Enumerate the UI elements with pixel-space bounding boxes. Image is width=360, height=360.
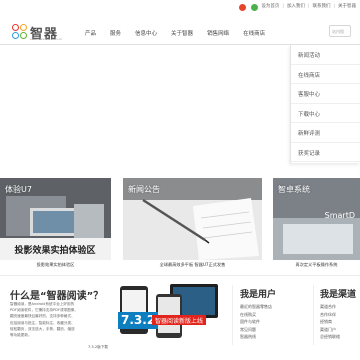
channel-link-cooperation[interactable]: 渠道合作 <box>320 303 356 311</box>
dropdown-item-news[interactable]: 新闻活动 <box>291 45 360 65</box>
logo-rings-icon <box>12 24 28 40</box>
about-link[interactable]: 关于智器 <box>338 3 356 9</box>
card-image-overlay: SmartD <box>325 211 355 220</box>
card-image-overlay: 投影效果实拍体验区 <box>14 244 95 256</box>
link-divider: | <box>307 3 310 9</box>
weibo-icon[interactable] <box>239 4 246 11</box>
channel-link-portal[interactable]: 渠道门户 <box>320 326 356 334</box>
feature-card-experience[interactable]: 体验U7 投影效果实拍体验区 <box>0 178 111 260</box>
nav-sales-network[interactable]: 销售网络 <box>207 29 229 37</box>
link-divider: | <box>282 3 284 9</box>
user-link-nearest-store[interactable]: 最近的智器零售店 <box>240 303 276 311</box>
info-center-dropdown: 新闻活动 在线商店 客服中心 下载中心 新鲜评测 获奖记录 <box>290 45 360 163</box>
nav-service[interactable]: 服务 <box>110 29 121 37</box>
download-caption[interactable]: 7.3.2版下载 <box>88 345 108 350</box>
main-nav: 产品 服务 信息中心 关于智器 销售网络 在线商店 <box>85 29 279 37</box>
channel-link-dealers[interactable]: 经销商 <box>320 318 356 326</box>
column-divider <box>313 285 314 345</box>
card-title: 体验U7 <box>5 185 32 194</box>
nav-online-store[interactable]: 在线商店 <box>243 29 265 37</box>
card-caption[interactable]: 投影效果实拍体验区 <box>0 262 111 268</box>
dropdown-item-support[interactable]: 客服中心 <box>291 84 360 104</box>
column-divider <box>232 285 233 345</box>
user-column: 我是用户 最近的智器零售店 在线购买 固件与软件 常见问题 智器热线 <box>240 287 276 341</box>
wechat-icon[interactable] <box>251 4 258 11</box>
link-divider: | <box>333 3 335 9</box>
card-title: 智卓系统 <box>278 185 310 194</box>
card-caption[interactable]: 全球最高效多平板 智器U7正式发售 <box>123 262 262 268</box>
dropdown-item-awards[interactable]: 获奖记录 <box>291 143 360 162</box>
reader-body-line: 等功能更新。 <box>10 333 32 338</box>
section-divider <box>0 275 360 276</box>
top-utility-bar: 设为首页 | 加入我们 | 联系我们 | 关于智器 <box>0 0 360 16</box>
nav-products[interactable]: 产品 <box>85 29 96 37</box>
dropdown-item-reviews[interactable]: 新鲜评测 <box>291 123 360 143</box>
brand-tagline: smartdevices.com.cn <box>30 37 63 41</box>
dropdown-item-downloads[interactable]: 下载中心 <box>291 104 360 123</box>
site-search-input[interactable]: 站内搜 <box>329 25 351 37</box>
user-link-faq[interactable]: 常见问题 <box>240 326 276 334</box>
user-link-hotline[interactable]: 智器热线 <box>240 333 276 341</box>
utility-links: 设为首页 | 加入我们 | 联系我们 | 关于智器 <box>261 3 356 10</box>
card-caption[interactable]: 再次定义平板操作系统 <box>273 262 360 268</box>
channel-link-distributor[interactable]: 总经销联络 <box>320 333 356 341</box>
nav-info-center[interactable]: 信息中心 <box>135 29 157 37</box>
reader-description: 智器阅读，是Android系统平台上好用的 PDF阅读软件，它秉持支持PDF或带… <box>10 301 110 338</box>
dropdown-item-store[interactable]: 在线商店 <box>291 65 360 84</box>
user-link-firmware[interactable]: 固件与软件 <box>240 318 276 326</box>
nav-about[interactable]: 关于智器 <box>171 29 193 37</box>
user-link-buy-online[interactable]: 在线购买 <box>240 311 276 319</box>
user-column-title: 我是用户 <box>240 290 277 300</box>
reader-title: 什么是“智器阅读”？ <box>10 291 104 302</box>
feature-card-system[interactable]: SmartD 智卓系统 <box>273 178 360 260</box>
set-homepage-link[interactable]: 设为首页 <box>261 3 279 9</box>
channel-column-title: 我是渠道 <box>320 290 357 300</box>
channel-column: 我是渠道 渠道合作 合作伙伴 经销商 渠道门户 总经销联络 <box>320 287 356 341</box>
reader-promo-carousel[interactable]: 7.3.2 智器阅读新版上线 <box>112 282 222 352</box>
feature-card-news[interactable]: 新闻公告 <box>123 178 262 260</box>
card-title: 新闻公告 <box>128 185 160 194</box>
join-us-link[interactable]: 加入我们 <box>287 3 305 9</box>
contact-us-link[interactable]: 联系我们 <box>312 3 330 9</box>
channel-link-partners[interactable]: 合作伙伴 <box>320 311 356 319</box>
promo-banner[interactable]: 智器阅读新版上线 <box>152 315 207 325</box>
